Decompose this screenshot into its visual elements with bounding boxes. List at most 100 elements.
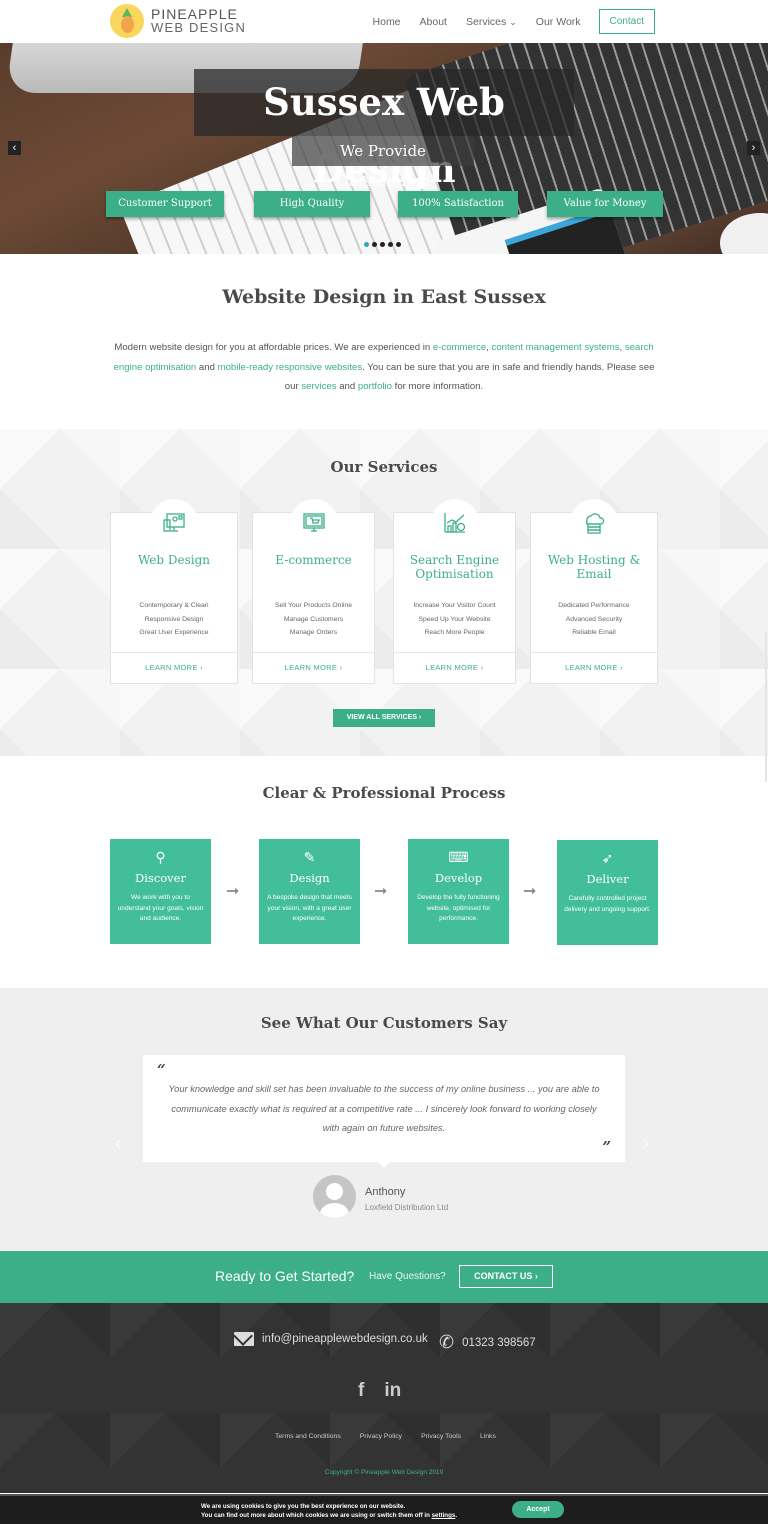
- nav-services-label: Services: [465, 15, 507, 28]
- intro-text: and: [336, 381, 358, 392]
- step-title: Deliver: [586, 872, 629, 886]
- slider-next-arrow-icon[interactable]: ›: [747, 141, 760, 155]
- footer-link-privacy-policy[interactable]: Privacy Policy: [360, 1433, 402, 1440]
- cta-heading: Ready to Get Started?: [215, 1268, 355, 1284]
- slider-dots: [364, 242, 404, 247]
- intro-paragraph: Modern website design for you at afforda…: [112, 338, 656, 397]
- devices-icon: [163, 513, 185, 532]
- nav-about[interactable]: About: [420, 16, 447, 28]
- footer-link-terms[interactable]: Terms and Conditions: [275, 1433, 341, 1440]
- design-tools-icon: ✎: [303, 849, 316, 865]
- step-title: Develop: [434, 871, 483, 885]
- service-features: Dedicated Performance Advanced Security …: [531, 599, 657, 640]
- link-ecommerce[interactable]: e-commerce: [433, 342, 486, 353]
- feature-item: Responsive Design: [144, 615, 204, 623]
- slider-dot[interactable]: [388, 242, 393, 247]
- learn-more-button[interactable]: LEARN MORE ›: [394, 652, 515, 683]
- learn-more-button[interactable]: LEARN MORE ›: [253, 652, 374, 683]
- services-section: Our Services Web Design Contemporary & C…: [0, 429, 768, 756]
- quote-close-icon: ”: [602, 1138, 611, 1156]
- service-card-ecommerce: E-commerce Sell Your Products Online Man…: [252, 499, 375, 684]
- cookie-line2-end: .: [455, 1512, 458, 1519]
- logo[interactable]: PINEAPPLE WEB DESIGN: [110, 4, 246, 38]
- cta-subtext: Have Questions?: [369, 1271, 446, 1282]
- hero-subtitle: We Provide Outstanding: [292, 136, 474, 190]
- hero-button-satisfaction[interactable]: 100% Satisfaction: [398, 191, 518, 217]
- learn-more-button[interactable]: LEARN MORE ›: [531, 652, 657, 683]
- feature-item: Reliable Email: [572, 629, 616, 636]
- service-card-seo: Search Engine Optimisation Increase Your…: [393, 499, 516, 684]
- view-all-services-button[interactable]: VIEW ALL SERVICES ›: [333, 709, 435, 727]
- nav-our-work[interactable]: Our Work: [536, 16, 581, 28]
- footer-phone-link[interactable]: ✆ 01323 398567: [439, 1332, 536, 1353]
- feature-item: Contemporary & Clean: [139, 602, 209, 609]
- cta-banner: Ready to Get Started? Have Questions? CO…: [0, 1251, 768, 1303]
- laptop-code-icon: ⌨: [448, 849, 469, 865]
- feature-item: Speed Up Your Website: [418, 615, 491, 623]
- step-desc: Develop the fully functioning website, o…: [417, 894, 500, 922]
- testimonial-company: Loxfield Distribution Ltd: [365, 1203, 449, 1212]
- footer-email: info@pineapplewebdesign.co.uk: [262, 1333, 428, 1345]
- testimonials-section: See What Our Customers Say ‹ › “ Your kn…: [0, 988, 768, 1251]
- cookie-accept-button[interactable]: Accept: [512, 1501, 564, 1518]
- step-desc: A bespoke design that meets your vision,…: [267, 894, 352, 922]
- footer-email-link[interactable]: info@pineapplewebdesign.co.uk: [234, 1332, 428, 1346]
- slider-dot[interactable]: [380, 242, 385, 247]
- link-services[interactable]: services: [301, 381, 336, 392]
- hero-button-value[interactable]: Value for Money: [547, 191, 663, 217]
- linkedin-icon[interactable]: in: [384, 1380, 401, 1402]
- step-title: Discover: [135, 871, 186, 885]
- service-card-hosting: Web Hosting & Email Dedicated Performanc…: [530, 499, 658, 684]
- hero-button-customer-support[interactable]: Customer Support: [106, 191, 224, 217]
- hero-button-high-quality[interactable]: High Quality: [254, 191, 370, 217]
- facebook-icon[interactable]: f: [358, 1380, 364, 1402]
- intro-text: Modern website design for you at afforda…: [114, 342, 433, 353]
- cookie-line2: You can find out more about which cookie…: [201, 1512, 432, 1519]
- contact-us-button[interactable]: CONTACT US ›: [459, 1265, 553, 1288]
- slider-dot[interactable]: [372, 242, 377, 247]
- cookie-banner: We are using cookies to give you the bes…: [0, 1494, 768, 1524]
- step-title: Design: [289, 871, 330, 885]
- slider-dot[interactable]: [364, 242, 369, 247]
- slider-dot[interactable]: [396, 242, 401, 247]
- cookie-settings-link[interactable]: settings: [432, 1512, 456, 1519]
- site-header: PINEAPPLE WEB DESIGN Home About Services…: [0, 0, 768, 43]
- process-step-develop: ⌨ Develop Develop the fully functioning …: [408, 839, 509, 944]
- search-icon: ⚲: [155, 849, 166, 865]
- pineapple-logo-icon: [110, 4, 144, 38]
- service-title: E-commerce: [275, 553, 352, 567]
- service-features: Increase Your Visitor Count Speed Up You…: [394, 599, 515, 640]
- footer-link-links[interactable]: Links: [480, 1433, 496, 1440]
- feature-item: Great User Experience: [139, 629, 209, 636]
- footer-phone: 01323 398567: [462, 1336, 536, 1349]
- logo-line2: WEB DESIGN: [151, 20, 247, 35]
- link-cms[interactable]: content management systems: [492, 342, 620, 353]
- site-footer: info@pineapplewebdesign.co.uk ✆ 01323 39…: [0, 1303, 768, 1493]
- link-responsive[interactable]: mobile-ready responsive websites: [218, 362, 363, 373]
- contact-button[interactable]: Contact: [598, 9, 655, 34]
- rocket-icon: ➶: [601, 850, 614, 866]
- feature-item: Reach More People: [424, 629, 485, 636]
- hero-slider: Sussex Web Design We Provide Outstanding…: [0, 43, 768, 254]
- testimonial-author: Anthony: [365, 1186, 406, 1198]
- process-title: Clear & Professional Process: [262, 784, 506, 802]
- testimonial-prev-icon[interactable]: ‹: [115, 1133, 121, 1154]
- hero-image-mouse: [720, 213, 768, 254]
- scrollbar[interactable]: [765, 632, 767, 782]
- slider-prev-arrow-icon[interactable]: ‹: [8, 141, 21, 155]
- arrow-right-icon: ➞: [226, 883, 240, 900]
- cloud-server-icon: [585, 513, 605, 534]
- service-title: Search Engine Optimisation: [409, 553, 500, 581]
- link-portfolio[interactable]: portfolio: [358, 381, 392, 392]
- testimonials-title: See What Our Customers Say: [260, 1014, 508, 1032]
- service-features: Sell Your Products Online Manage Custome…: [253, 599, 374, 640]
- service-features: Contemporary & Clean Responsive Design G…: [111, 599, 237, 640]
- learn-more-button[interactable]: LEARN MORE ›: [111, 652, 237, 683]
- nav-home[interactable]: Home: [373, 16, 401, 28]
- nav-services[interactable]: Services ⌄: [466, 16, 517, 28]
- footer-link-privacy-tools[interactable]: Privacy Tools: [421, 1433, 461, 1440]
- process-step-discover: ⚲ Discover We work with you to understan…: [110, 839, 211, 944]
- feature-item: Manage Orders: [289, 629, 338, 636]
- testimonial-next-icon[interactable]: ›: [643, 1133, 649, 1154]
- step-desc: Carefully controlled project delivery an…: [564, 895, 651, 913]
